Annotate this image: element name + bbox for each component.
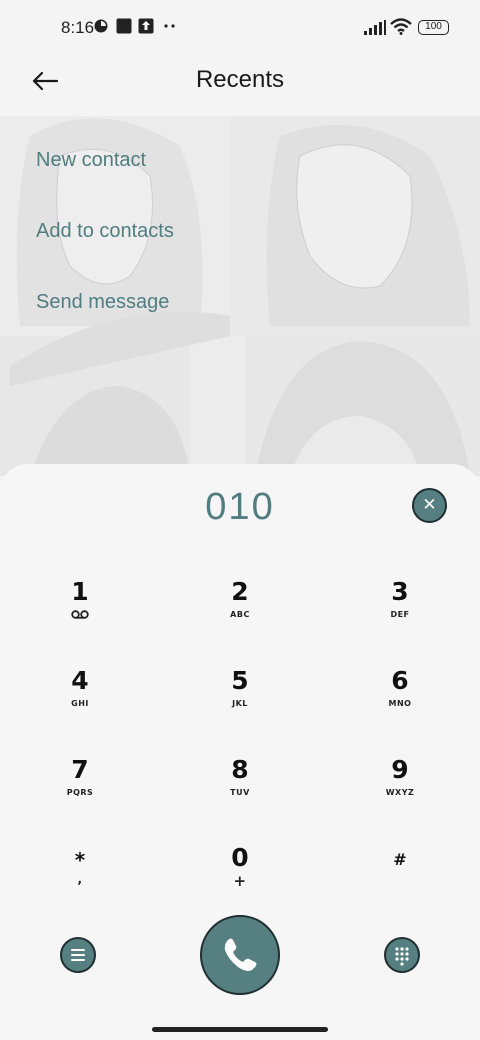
key-7[interactable]: 7 PQRS	[20, 756, 140, 832]
status-bar: 8:16 100	[0, 0, 480, 56]
page-title: Recents	[195, 66, 285, 93]
key-letters: JKL	[232, 699, 248, 708]
key-hash[interactable]: #	[340, 846, 460, 922]
key-digit: 3	[391, 577, 409, 606]
key-2[interactable]: 2 ABC	[180, 578, 300, 654]
key-6[interactable]: 6 MNO	[340, 667, 460, 743]
key-3[interactable]: 3 DEF	[340, 578, 460, 654]
key-digit: 8	[231, 755, 249, 784]
key-digit: 5	[231, 666, 249, 695]
header: Recents	[0, 56, 480, 116]
key-digit: 6	[391, 666, 409, 695]
key-digit: 9	[391, 755, 409, 784]
key-4[interactable]: 4 GHI	[20, 667, 140, 743]
voicemail-icon	[71, 610, 89, 619]
key-1[interactable]: 1	[20, 578, 140, 654]
wifi-icon	[390, 18, 412, 35]
dialpad-toggle-button[interactable]	[384, 937, 420, 973]
key-digit: 1	[71, 577, 89, 606]
key-letters: ABC	[230, 610, 250, 619]
call-button[interactable]	[200, 915, 280, 995]
key-digit: 7	[71, 755, 89, 784]
key-5[interactable]: 5 JKL	[180, 667, 300, 743]
key-digit: #	[393, 850, 407, 869]
menu-button[interactable]	[60, 937, 96, 973]
key-digit: 0	[231, 843, 249, 872]
close-icon: ✕	[422, 495, 437, 514]
new-contact-link[interactable]: New contact	[36, 149, 146, 172]
more-dots-icon	[164, 24, 175, 28]
clear-button[interactable]: ✕	[412, 488, 447, 523]
square-icon	[116, 18, 132, 34]
status-time: 8:16	[61, 18, 95, 37]
key-letters: ,	[77, 872, 83, 886]
home-indicator[interactable]	[152, 1027, 328, 1032]
menu-icon	[71, 949, 85, 961]
key-0[interactable]: 0 +	[180, 844, 300, 920]
key-star[interactable]: * ,	[20, 846, 140, 922]
key-digit: *	[74, 848, 86, 872]
battery-level: 100	[425, 21, 442, 32]
key-digit: 4	[71, 666, 89, 695]
key-letters: +	[233, 872, 247, 890]
dialpad-icon	[395, 947, 409, 966]
key-digit: 2	[231, 577, 249, 606]
key-letters: DEF	[390, 610, 410, 619]
dialpad-sheet: 010 ✕ 1 2 ABC 3 DEF 4 GHI 5 JKL 6 MNO 7 …	[0, 464, 480, 1040]
battery-icon: 100	[418, 20, 449, 35]
signal-icon	[364, 20, 386, 35]
key-letters: MNO	[388, 699, 412, 708]
key-9[interactable]: 9 WXYZ	[340, 756, 460, 832]
key-8[interactable]: 8 TUV	[180, 756, 300, 832]
send-message-link[interactable]: Send message	[36, 291, 169, 314]
key-letters: PQRS	[66, 788, 94, 797]
phone-icon	[224, 938, 257, 971]
key-letters: GHI	[71, 699, 89, 708]
key-letters: WXYZ	[385, 788, 415, 797]
dialer-screen: 8:16 100 Recents New contact Add to cont…	[0, 0, 480, 1040]
add-to-contacts-link[interactable]: Add to contacts	[36, 220, 174, 243]
hotspot-icon	[94, 19, 108, 33]
dialed-number: 010	[205, 486, 275, 528]
key-letters: TUV	[230, 788, 250, 797]
upload-icon	[138, 18, 154, 34]
